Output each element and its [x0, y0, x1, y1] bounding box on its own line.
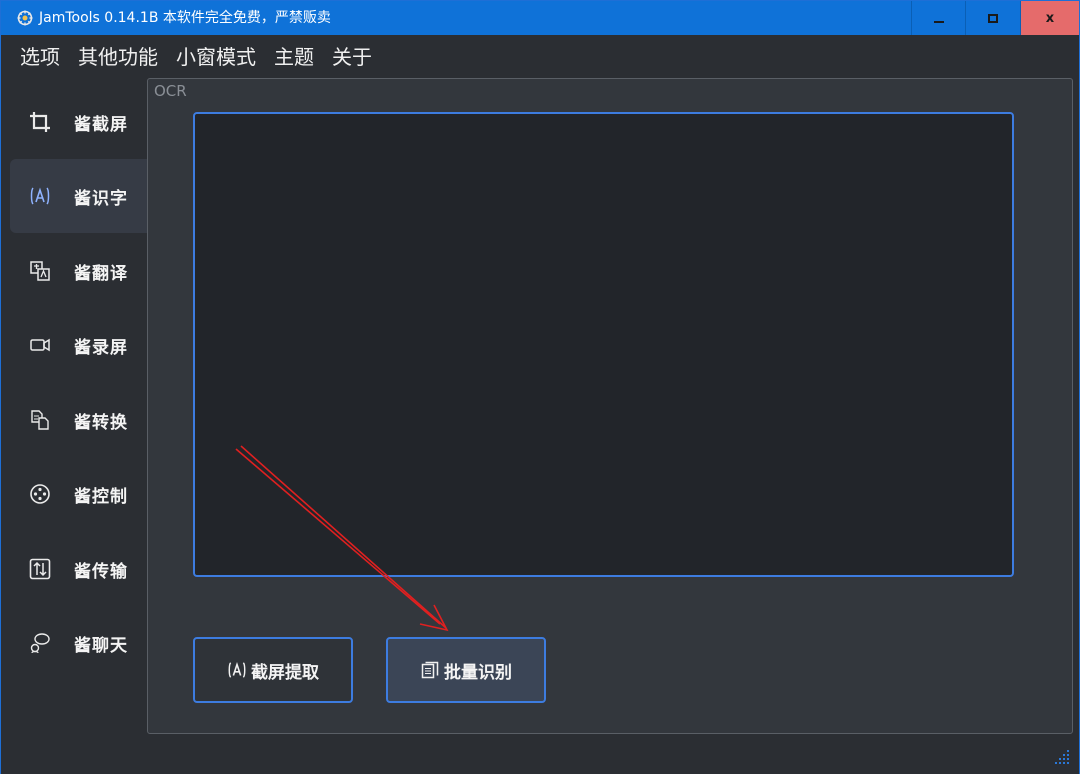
sidebar-item-transfer[interactable]: 酱传输 [10, 532, 147, 606]
batch-recognize-label: 批量识别 [444, 662, 512, 683]
sidebar-item-label: 酱传输 [74, 561, 128, 582]
sidebar-item-label: 酱录屏 [74, 337, 128, 358]
sidebar-item-label: 酱翻译 [74, 263, 128, 284]
document-stack-icon [420, 660, 440, 680]
sidebar-item-label: 酱识字 [74, 188, 128, 209]
section-label: OCR [154, 82, 187, 100]
text-recognition-icon [28, 184, 52, 208]
maximize-icon [987, 13, 998, 23]
menu-bar: 选项 其他功能 小窗模式 主题 关于 [1, 35, 1079, 79]
close-button[interactable]: x [1020, 1, 1079, 35]
screenshot-extract-label: 截屏提取 [251, 662, 319, 683]
transfer-icon [28, 557, 52, 581]
status-bar [1, 734, 1079, 774]
screenshot-extract-button[interactable]: 截屏提取 [193, 637, 353, 703]
app-logo-icon [17, 10, 33, 26]
chat-icon [28, 631, 52, 655]
sidebar-item-screenshot[interactable]: 酱截屏 [10, 85, 147, 159]
menu-about[interactable]: 关于 [323, 35, 381, 79]
sidebar-item-label: 酱转换 [74, 412, 128, 433]
remote-control-icon [28, 482, 52, 506]
batch-recognize-button[interactable]: 批量识别 [386, 637, 546, 703]
menu-mini-window[interactable]: 小窗模式 [167, 35, 265, 79]
sidebar-item-label: 酱截屏 [74, 114, 128, 135]
sidebar: 酱截屏 酱识字 酱翻译 酱录屏 酱转换 酱控制 酱传输 酱聊天 [1, 83, 147, 733]
ocr-text-area[interactable] [193, 112, 1014, 577]
sidebar-item-convert[interactable]: 酱转换 [10, 383, 147, 457]
video-camera-icon [28, 333, 52, 357]
sidebar-item-label: 酱聊天 [74, 635, 128, 656]
menu-other-functions[interactable]: 其他功能 [69, 35, 167, 79]
translate-icon [28, 259, 52, 283]
sidebar-item-control[interactable]: 酱控制 [10, 457, 147, 531]
app-window: JamTools 0.14.1B 本软件完全免费，严禁贩卖 x 选项 其他功能 … [0, 0, 1080, 774]
close-icon: x [1045, 10, 1055, 26]
menu-options[interactable]: 选项 [11, 35, 69, 79]
sidebar-item-chat[interactable]: 酱聊天 [10, 606, 147, 680]
maximize-button[interactable] [965, 1, 1019, 35]
resize-grip-icon[interactable] [1053, 748, 1071, 766]
sidebar-item-translate[interactable]: 酱翻译 [10, 234, 147, 308]
minimize-button[interactable] [911, 1, 965, 35]
minimize-icon [933, 21, 944, 23]
sidebar-item-label: 酱控制 [74, 486, 128, 507]
title-bar[interactable]: JamTools 0.14.1B 本软件完全免费，严禁贩卖 x [1, 1, 1079, 35]
text-recognition-icon [227, 660, 247, 680]
window-title: JamTools 0.14.1B 本软件完全免费，严禁贩卖 [39, 10, 331, 26]
menu-theme[interactable]: 主题 [265, 35, 323, 79]
crop-icon [28, 110, 52, 134]
ocr-panel: OCR 截屏提取 批量识别 [147, 78, 1073, 734]
sidebar-item-ocr[interactable]: 酱识字 [10, 159, 147, 233]
sidebar-item-record[interactable]: 酱录屏 [10, 308, 147, 382]
file-convert-icon [28, 408, 52, 432]
